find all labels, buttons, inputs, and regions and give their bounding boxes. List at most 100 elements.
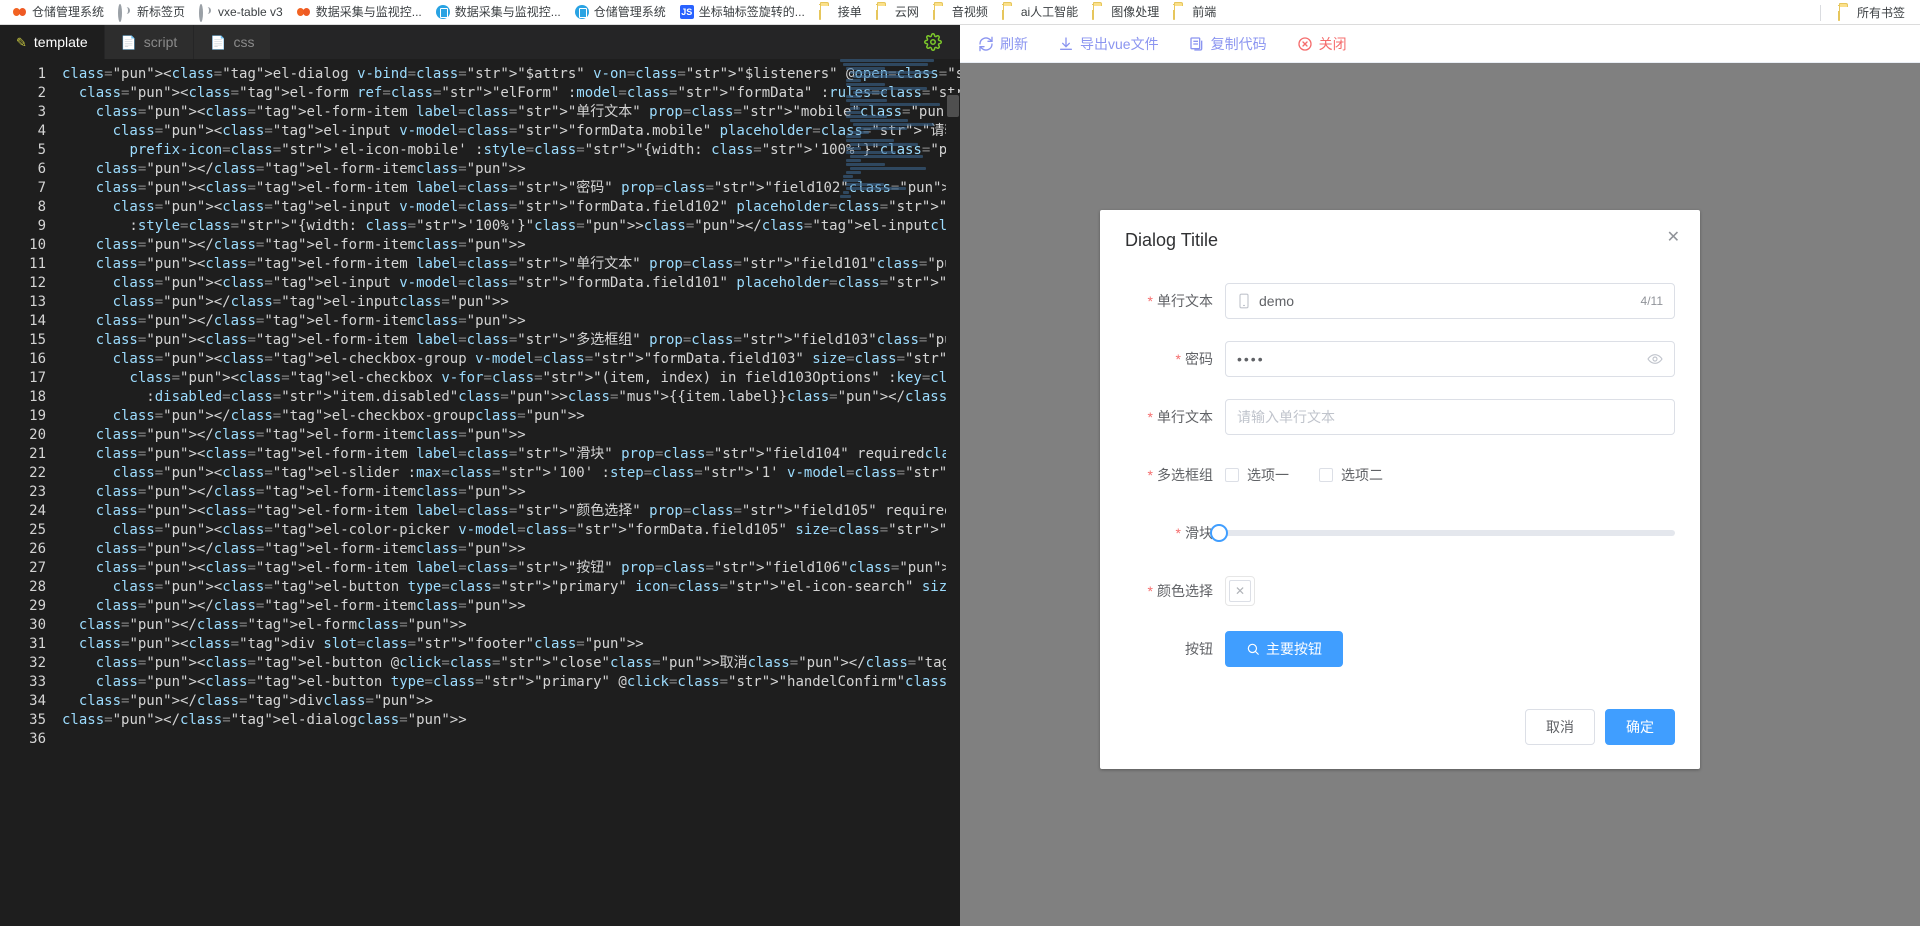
bookmark-label: 仓储管理系统 — [32, 5, 105, 19]
copy-code-label: 复制代码 — [1210, 35, 1267, 52]
bookmark-label: 数据采集与监视控... — [315, 5, 422, 19]
scrollbar-thumb[interactable] — [947, 95, 959, 117]
checkbox-option-1[interactable]: 选项二 — [1319, 465, 1383, 485]
checkbox-option-0[interactable]: 选项一 — [1225, 465, 1289, 485]
form-control: demo 4/11 — [1225, 283, 1675, 319]
code-line: class="pun"><class="tag">el-dialog v-bin… — [62, 66, 960, 82]
bookmark-item-6[interactable]: JS 坐标轴标签旋转的... — [673, 3, 812, 21]
form-label-text: 密码 — [1185, 351, 1213, 367]
gear-icon[interactable] — [924, 33, 942, 51]
line-number: 21 — [29, 446, 46, 462]
folder-icon — [932, 4, 947, 20]
required-asterisk: * — [1147, 409, 1153, 425]
code-content[interactable]: class="pun"><class="tag">el-dialog v-bin… — [56, 59, 960, 926]
cancel-button[interactable]: 取消 — [1525, 709, 1595, 745]
all-bookmarks-button[interactable]: 所有书签 — [1831, 4, 1912, 22]
form-label-text: 单行文本 — [1157, 293, 1213, 309]
bookmark-item-5[interactable]: 仓储管理系统 — [568, 3, 673, 21]
line-number: 1 — [37, 66, 46, 82]
form-control: 请输入单行文本 — [1225, 399, 1675, 435]
folder-icon — [818, 4, 833, 20]
text-input[interactable]: 请输入单行文本 — [1225, 399, 1675, 435]
form-label: * 颜色选择 — [1125, 573, 1225, 609]
required-asterisk: * — [1147, 467, 1153, 483]
code-line: class="pun"><class="tag">el-checkbox-gro… — [112, 351, 960, 367]
code-line: class="pun"></class="tag">el-form-itemcl… — [95, 313, 526, 329]
code-area[interactable]: 1 2 3 4 5 6 7 8 9 10 11 12 13 14 15 16 17 18 19 20 21 22 23 24 2… — [0, 59, 960, 926]
editor-scrollbar[interactable] — [946, 93, 960, 926]
line-number: 18 — [29, 389, 46, 405]
bookmark-label: 坐标轴标签旋转的... — [698, 5, 805, 19]
line-number: 34 — [29, 693, 46, 709]
folder-icon — [1837, 4, 1852, 21]
checkbox-box[interactable] — [1225, 468, 1239, 482]
workspace: ✎ template 📄 script 📄 css 1 2 3 4 5 6 7 8 9 10 11 1… — [0, 25, 1920, 926]
refresh-button[interactable]: 刷新 — [978, 36, 1028, 52]
form-control: •••• — [1225, 341, 1675, 377]
mobile-input[interactable]: demo 4/11 — [1225, 283, 1675, 319]
js-icon: JS — [679, 5, 694, 19]
form-label-text: 单行文本 — [1157, 409, 1213, 425]
bookmark-label: 仓储管理系统 — [593, 5, 666, 19]
bookmark-item-4[interactable]: 数据采集与监视控... — [429, 3, 568, 21]
bookmark-item-12[interactable]: 前端 — [1166, 3, 1223, 21]
dialog-header: Dialog Titile ✕ — [1100, 210, 1700, 261]
close-icon[interactable]: ✕ — [1667, 230, 1680, 246]
line-number: 23 — [29, 484, 46, 500]
copy-code-button[interactable]: 复制代码 — [1189, 36, 1267, 52]
bookmark-label: vxe-table v3 — [218, 5, 283, 19]
slider-track[interactable] — [1210, 524, 1675, 542]
bookmark-item-7[interactable]: 接单 — [812, 3, 869, 21]
bookmark-item-9[interactable]: 音视频 — [926, 3, 995, 21]
line-number: 15 — [29, 332, 46, 348]
divider — [1819, 4, 1821, 21]
export-vue-button[interactable]: 导出vue文件 — [1058, 36, 1159, 52]
password-input-value: •••• — [1237, 351, 1265, 367]
confirm-button-label: 确定 — [1626, 719, 1654, 735]
bookmark-item-1[interactable]: 新标签页 — [111, 3, 192, 22]
password-input[interactable]: •••• — [1225, 341, 1675, 377]
close-preview-button[interactable]: 关闭 — [1297, 36, 1347, 52]
line-number: 4 — [37, 123, 46, 139]
code-line: class="pun"><class="tag">el-form-item la… — [95, 332, 960, 348]
confirm-button[interactable]: 确定 — [1605, 709, 1675, 745]
editor-tab-bar: ✎ template 📄 script 📄 css — [0, 25, 960, 59]
form-control — [1210, 515, 1675, 551]
line-number: 36 — [29, 731, 46, 747]
tab-template[interactable]: ✎ template — [0, 25, 105, 59]
bookmark-item-3[interactable]: 数据采集与监视控... — [290, 3, 429, 21]
code-line: class="pun"><class="tag">el-checkbox v-f… — [129, 370, 960, 386]
bookmark-item-11[interactable]: 图像处理 — [1085, 3, 1166, 21]
line-number: 25 — [29, 522, 46, 538]
code-line: class="pun"><class="tag">el-input v-mode… — [112, 275, 960, 291]
code-line: :style=class="str">"{width: class="str">… — [62, 218, 960, 234]
preview-canvas: Dialog Titile ✕ * 单行文本 demo 4/11 * 密码 ••… — [960, 63, 1920, 926]
tab-script[interactable]: 📄 script — [104, 25, 195, 59]
color-picker[interactable]: ✕ — [1225, 576, 1255, 606]
primary-action-button[interactable]: 主要按钮 — [1225, 631, 1343, 667]
bookmark-item-0[interactable]: 仓储管理系统 — [6, 3, 111, 21]
line-number: 22 — [29, 465, 46, 481]
dialog-body: * 单行文本 demo 4/11 * 密码 •••• * 单行文本 请输入单行文… — [1100, 261, 1700, 699]
bookmark-item-10[interactable]: ai人工智能 — [995, 3, 1085, 21]
required-asterisk: * — [1147, 293, 1153, 309]
bookmarks-overflow: 所有书签 — [1819, 0, 1912, 25]
code-line: class="pun"></class="tag">el-form-itemcl… — [95, 484, 526, 500]
line-number: 11 — [29, 256, 46, 272]
blue-app-icon — [574, 5, 589, 19]
bookmark-item-8[interactable]: 云网 — [869, 3, 926, 21]
checkbox-box[interactable] — [1319, 468, 1333, 482]
bookmark-label: 前端 — [1192, 5, 1217, 19]
bookmark-label: 云网 — [894, 5, 919, 19]
slider[interactable] — [1210, 515, 1675, 551]
code-line: class="pun"></class="tag">el-form-itemcl… — [95, 598, 526, 614]
eye-icon[interactable] — [1647, 351, 1663, 367]
firefox-icon — [13, 5, 27, 19]
code-line: class="pun"></class="tag">el-form-itemcl… — [95, 161, 526, 177]
tab-css[interactable]: 📄 css — [194, 25, 272, 59]
slider-thumb[interactable] — [1210, 524, 1228, 542]
line-number: 2 — [37, 85, 46, 101]
bookmark-item-2[interactable]: vxe-table v3 — [192, 3, 290, 22]
code-line: class="pun"><class="tag">div slot=class=… — [78, 636, 644, 652]
